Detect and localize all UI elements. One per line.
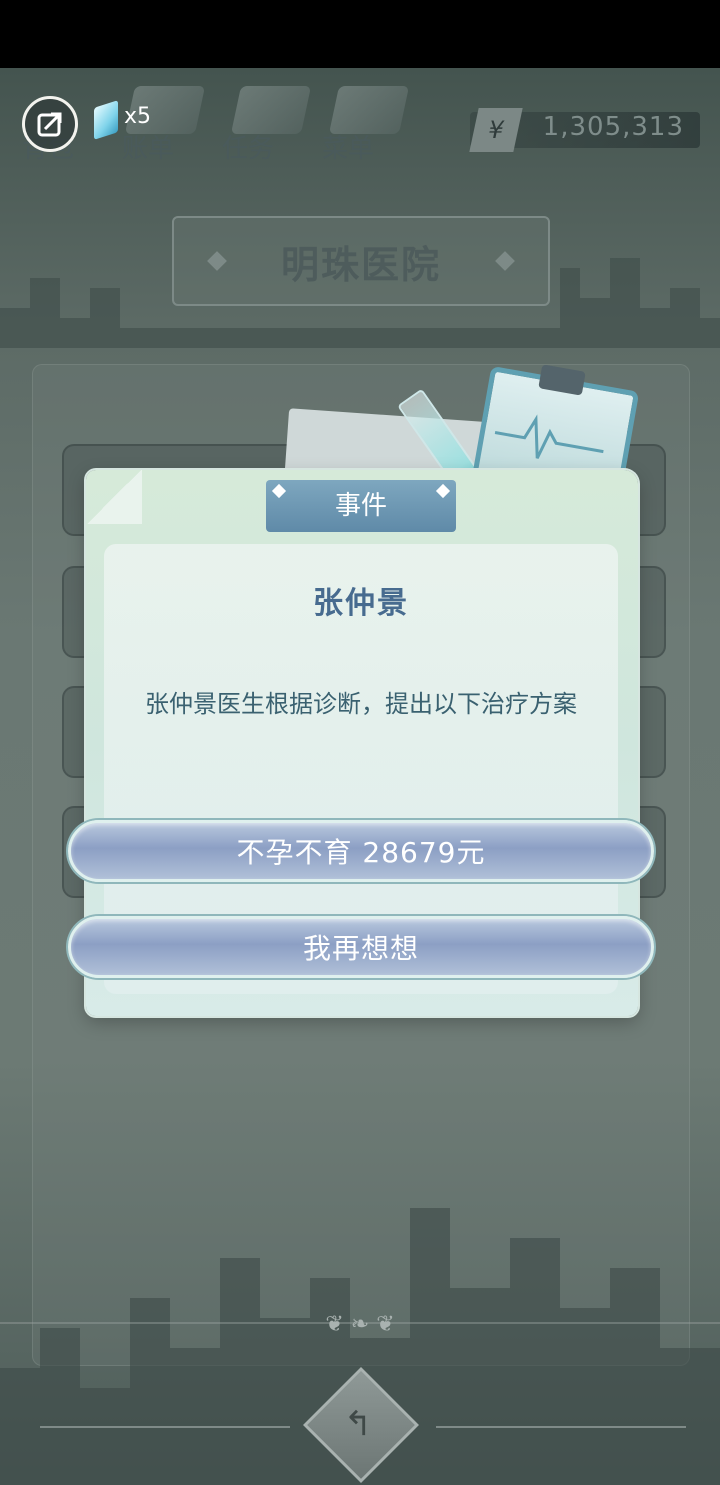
exit-button[interactable] — [22, 96, 78, 152]
status-bar — [0, 0, 720, 68]
divider-line-right — [436, 1426, 686, 1428]
dialog-corner-fold — [86, 470, 142, 524]
exit-arrow-icon — [37, 112, 62, 137]
location-title: 明珠医院 — [280, 242, 441, 287]
treatment-option-button[interactable]: 不孕不育 28679元 — [68, 820, 654, 882]
nav-task[interactable]: 任务 — [222, 128, 274, 165]
plate-diamond-left — [207, 251, 227, 271]
location-plate: 明珠医院 — [172, 216, 550, 306]
dialog-title: 张仲景 — [313, 586, 409, 621]
return-arrow-icon: ↰ — [343, 1404, 373, 1444]
dialog-description: 张仲景医生根据诊断，提出以下治疗方案 — [145, 690, 577, 718]
yen-icon: ¥ — [469, 108, 523, 152]
divider-line-left — [40, 1426, 290, 1428]
plate-diamond-right — [495, 251, 515, 271]
money-value: 1,305,313 — [542, 112, 684, 142]
reconsider-button[interactable]: 我再想想 — [68, 916, 654, 978]
task-nav-icon — [230, 86, 312, 134]
nav-menu[interactable]: 菜单 — [322, 128, 374, 165]
dialog-tag: 事件 — [266, 480, 456, 532]
game-scene: 背包 账单 任务 菜单 x5 ¥ 1,305,313 明珠医院 ❦ ❧ ❦ ↰ — [0, 68, 720, 1485]
menu-nav-icon — [328, 86, 410, 134]
diamond-gem-icon — [94, 100, 118, 140]
gem-count: x5 — [124, 104, 152, 129]
nav-bill[interactable]: 账单 — [122, 128, 174, 165]
ornament: ❦ ❧ ❦ — [325, 1312, 395, 1337]
